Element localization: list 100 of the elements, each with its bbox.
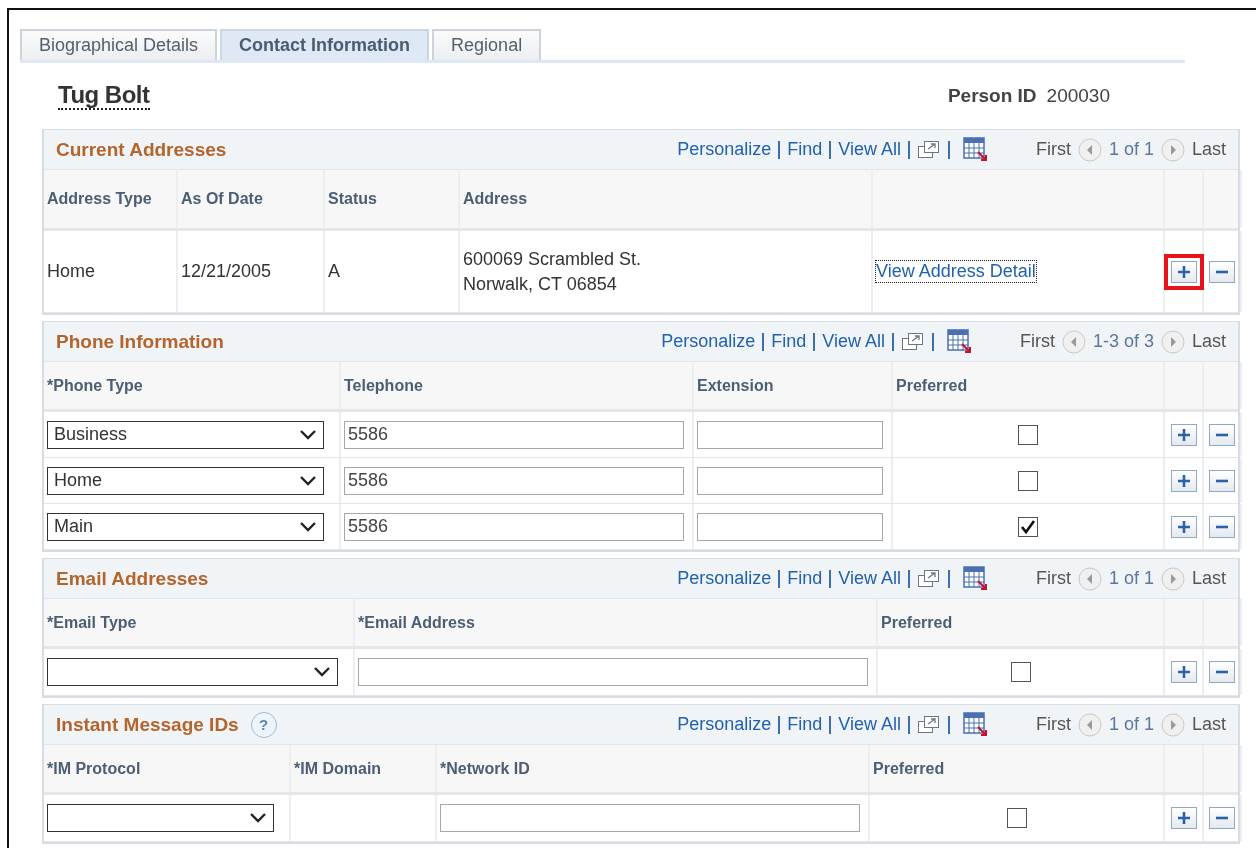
delete-row-button[interactable] [1209,807,1235,829]
person-id-label: Person ID [947,85,1037,107]
personalize-link[interactable]: Personalize [677,568,772,589]
last-label: Last [1191,714,1226,735]
text-field[interactable] [697,420,883,449]
dropdown-field[interactable] [47,804,274,832]
column-header: Address [463,190,528,208]
first-label: First [1035,568,1071,589]
row-count: 1 of 1 [1108,568,1154,589]
text-field[interactable]: 5586 [344,466,684,495]
dropdown-field[interactable]: Business [47,420,324,449]
column-header: *Email Address [358,613,475,632]
preferred-checkbox[interactable] [1018,470,1038,491]
delete-row-button[interactable] [1209,661,1235,683]
new-window-icon[interactable] [916,568,941,589]
preferred-checkbox[interactable] [1018,424,1038,445]
column-header: *Phone Type [47,376,143,395]
grid-title: Instant Message IDs [56,713,239,736]
personalize-link[interactable]: Personalize [661,331,756,352]
grid-title: Email Addresses [56,567,209,590]
text-field[interactable]: 5586 [344,420,684,449]
delete-row-button[interactable] [1209,423,1235,446]
tab[interactable]: Biographical Details [20,29,218,60]
add-row-button[interactable] [1170,260,1197,283]
column-header: *IM Domain [294,759,382,778]
personalize-link[interactable]: Personalize [677,714,772,735]
tab[interactable]: Regional [432,29,542,60]
plus-icon [1176,519,1191,534]
new-window-icon[interactable] [900,331,925,352]
plus-icon [1176,811,1191,825]
find-link[interactable]: Find [787,568,823,589]
view-all-link[interactable]: View All [838,714,901,735]
add-row-button[interactable] [1170,469,1197,492]
add-row-button[interactable] [1170,423,1197,446]
find-link[interactable]: Find [787,714,823,735]
last-label: Last [1191,139,1226,160]
table-cell: 12/21/2005 [181,261,272,282]
delete-row-button[interactable] [1209,515,1235,538]
new-window-icon[interactable] [916,714,941,735]
find-link[interactable]: Find [787,139,823,160]
view-all-link[interactable]: View All [822,331,885,352]
text-field[interactable] [358,658,868,686]
dropdown-field[interactable]: Home [47,466,324,495]
table-cell: A [328,261,340,282]
text-field[interactable] [697,512,883,541]
text-field[interactable]: 5586 [344,512,684,541]
column-header: *IM Protocol [47,759,141,778]
column-header: *Network ID [440,759,530,778]
plus-icon [1176,264,1191,279]
plus-icon [1176,427,1191,442]
help-button[interactable]: ? [250,711,277,738]
view-all-link[interactable]: View All [838,568,901,589]
view-address-detail-link[interactable]: View Address Detail [876,261,1036,282]
dropdown-field[interactable]: Main [47,512,324,541]
column-header: Status [328,190,377,208]
column-header: Telephone [344,376,423,395]
add-row-button[interactable] [1170,807,1197,829]
plus-icon [1176,665,1191,679]
first-label: First [1035,139,1071,160]
grid-title: Current Addresses [56,138,227,161]
new-window-icon[interactable] [916,139,941,160]
person-name: Tug Bolt [58,81,150,111]
plus-icon [1176,473,1191,488]
view-all-link[interactable]: View All [838,139,901,160]
tab[interactable]: Contact Information [220,29,430,60]
preferred-checkbox[interactable] [1010,662,1031,682]
spreadsheet-download-icon[interactable] [946,328,973,355]
caret-icon [299,428,317,441]
personalize-link[interactable]: Personalize [677,139,772,160]
first-label: First [1035,714,1071,735]
table-cell: Home [47,261,95,282]
spreadsheet-download-icon[interactable] [962,136,989,163]
person-id-value: 200030 [1046,85,1110,107]
add-row-button[interactable] [1170,515,1197,538]
column-header: Extension [697,376,774,395]
add-row-button[interactable] [1170,661,1197,683]
delete-row-button[interactable] [1209,260,1235,283]
text-field[interactable] [440,804,860,832]
grid-title: Phone Information [56,330,224,353]
row-count: 1 of 1 [1108,714,1154,735]
caret-icon [299,520,317,533]
caret-icon [313,666,331,678]
preferred-checkbox[interactable] [1006,808,1027,828]
column-header: Preferred [881,613,953,632]
caret-icon [299,474,317,487]
column-header: Preferred [873,759,945,778]
row-count: 1-3 of 3 [1092,331,1154,352]
caret-icon [249,812,267,824]
column-header: *Email Type [47,613,137,632]
text-field[interactable] [697,466,883,495]
column-header: As Of Date [181,190,263,208]
column-header: Address Type [47,190,152,208]
find-link[interactable]: Find [771,331,807,352]
last-label: Last [1191,331,1226,352]
preferred-checkbox[interactable] [1018,516,1038,537]
dropdown-field[interactable] [47,658,338,686]
spreadsheet-download-icon[interactable] [962,565,989,592]
spreadsheet-download-icon[interactable] [962,711,989,738]
column-header: Preferred [896,376,968,395]
delete-row-button[interactable] [1209,469,1235,492]
